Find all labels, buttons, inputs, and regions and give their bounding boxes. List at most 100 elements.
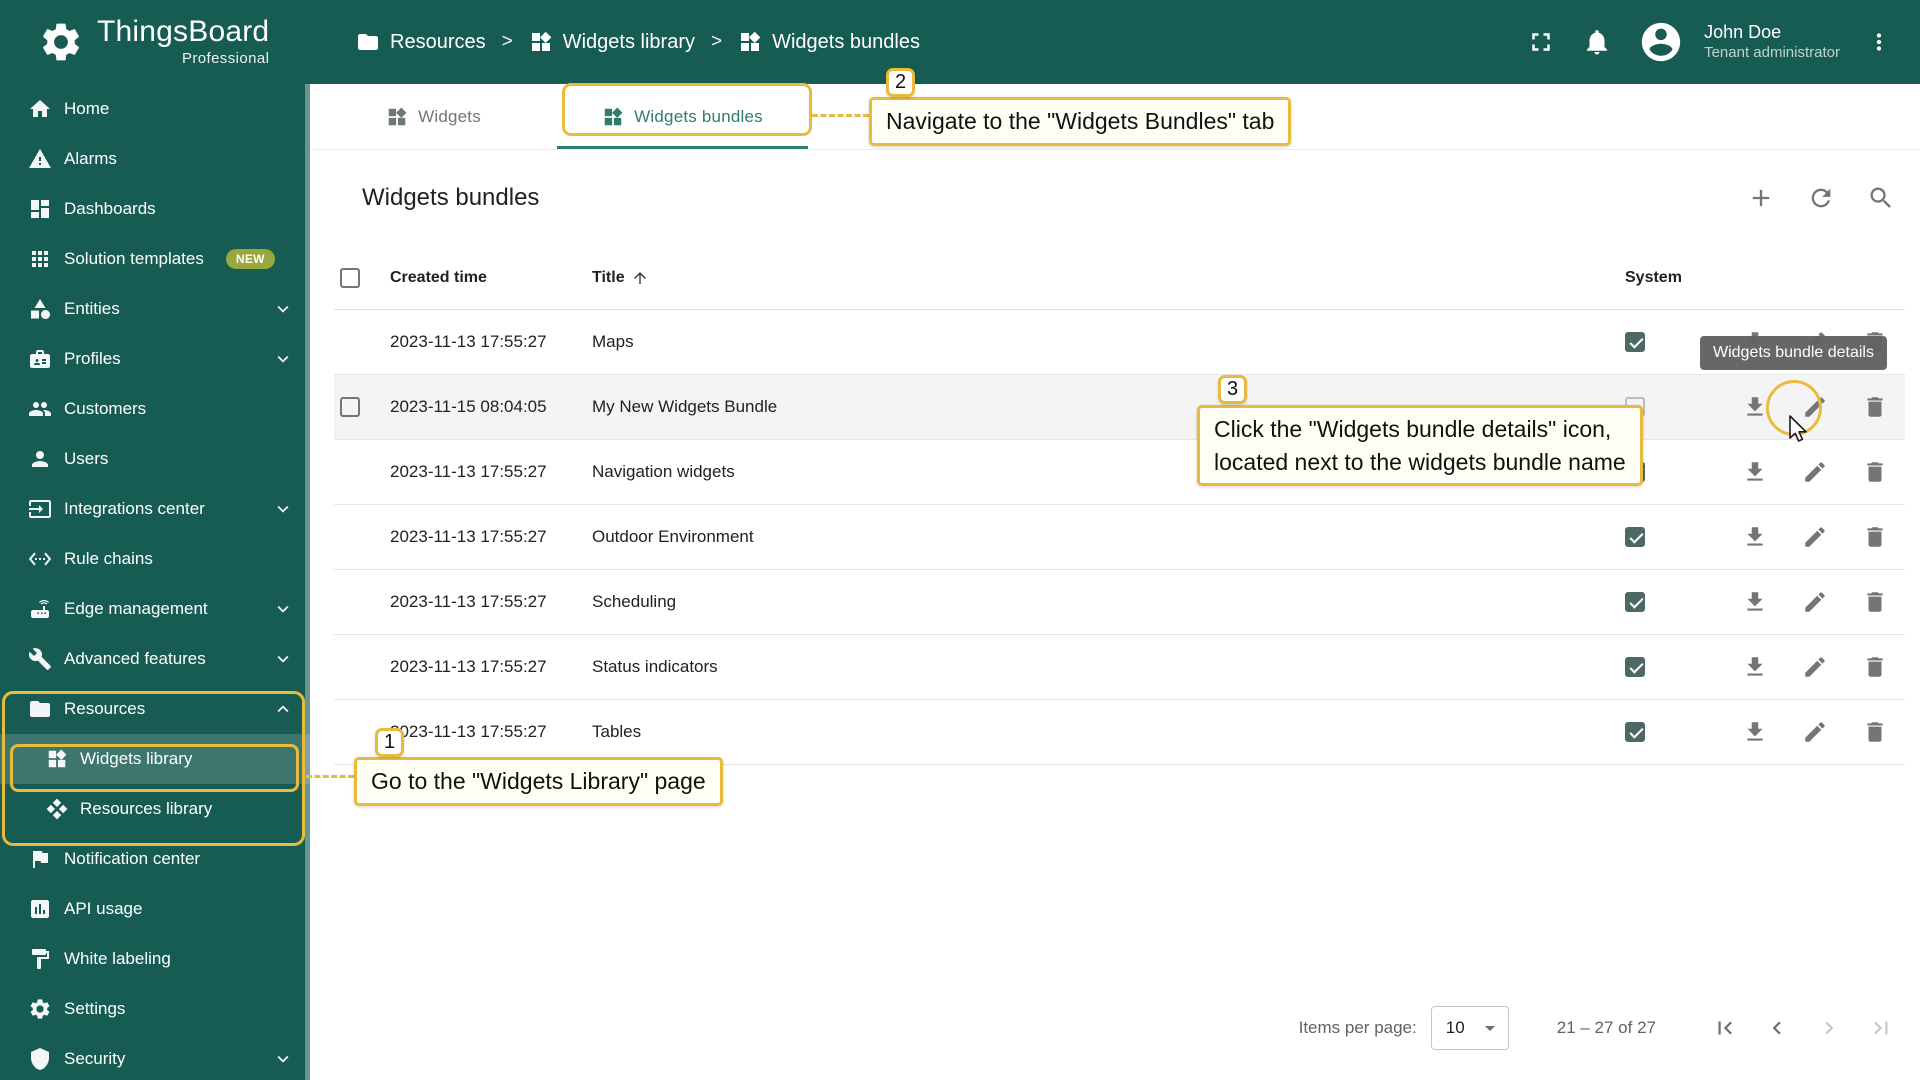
app-logo[interactable]: ThingsBoard Professional	[0, 0, 310, 84]
bell-icon	[1582, 27, 1612, 57]
bundle-details-button[interactable]	[1795, 582, 1835, 622]
refresh-button[interactable]	[1799, 176, 1843, 220]
avatar[interactable]	[1638, 19, 1684, 65]
sidebar-item-profiles[interactable]: Profiles	[0, 334, 310, 384]
column-header-created-time[interactable]: Created time	[378, 269, 580, 287]
add-bundle-button[interactable]	[1739, 176, 1783, 220]
delete-bundle-button[interactable]	[1855, 712, 1895, 752]
sidebar-item-edge-management[interactable]: Edge management	[0, 584, 310, 634]
user-name: John Doe	[1704, 22, 1782, 43]
sidebar-item-entities[interactable]: Entities	[0, 284, 310, 334]
bundle-details-button[interactable]	[1795, 712, 1835, 752]
annotation-step3-number: 3	[1218, 375, 1247, 404]
search-button[interactable]	[1859, 176, 1903, 220]
sidebar-item-customers[interactable]: Customers	[0, 384, 310, 434]
select-all-checkbox[interactable]	[340, 267, 360, 288]
widgets-icon	[386, 106, 408, 128]
sidebar-item-settings[interactable]: Settings	[0, 984, 310, 1034]
breadcrumb-separator: >	[710, 31, 723, 52]
download-icon	[1742, 394, 1768, 420]
sidebar-item-users[interactable]: Users	[0, 434, 310, 484]
user-menu-button[interactable]	[1866, 29, 1892, 55]
sidebar-item-integrations-center[interactable]: Integrations center	[0, 484, 310, 534]
wrench-icon	[28, 647, 52, 671]
row-checkbox[interactable]	[340, 397, 360, 417]
bundle-details-button[interactable]	[1795, 647, 1835, 687]
delete-bundle-button[interactable]	[1855, 387, 1895, 427]
gear-icon	[28, 997, 52, 1021]
sidebar-scrollbar[interactable]	[305, 84, 310, 1080]
sidebar-item-white-labeling[interactable]: White labeling	[0, 934, 310, 984]
delete-bundle-button[interactable]	[1855, 517, 1895, 557]
paginator: Items per page: 10 21 – 27 of 27	[1299, 1002, 1904, 1054]
widgets-icon	[602, 106, 624, 128]
sidebar: ThingsBoard Professional Home Alarms Das…	[0, 0, 310, 1080]
cell-created-time: 2023-11-13 17:55:27	[390, 592, 547, 611]
bundle-details-button[interactable]	[1795, 517, 1835, 557]
table-row[interactable]: 2023-11-13 17:55:27 Maps	[334, 310, 1905, 375]
export-bundle-button[interactable]	[1735, 647, 1775, 687]
system-checkbox	[1625, 722, 1645, 742]
sidebar-item-solution-templates[interactable]: Solution templates NEW	[0, 234, 310, 284]
system-checkbox	[1625, 592, 1645, 612]
table-row[interactable]: 2023-11-13 17:55:27 Tables	[334, 700, 1905, 765]
search-icon	[1867, 184, 1895, 212]
export-bundle-button[interactable]	[1735, 452, 1775, 492]
sidebar-item-rule-chains[interactable]: Rule chains	[0, 534, 310, 584]
fullscreen-button[interactable]	[1526, 27, 1556, 57]
edit-icon	[1802, 459, 1828, 485]
sidebar-item-resources[interactable]: Resources	[0, 684, 310, 734]
sidebar-item-security[interactable]: Security	[0, 1034, 310, 1080]
edit-icon	[1802, 719, 1828, 745]
delete-bundle-button[interactable]	[1855, 647, 1895, 687]
cell-title: Outdoor Environment	[592, 527, 754, 546]
items-per-page-select[interactable]: 10	[1430, 1006, 1509, 1050]
widgets-bundles-table: Widgets bundles Created time Title Syste…	[334, 150, 1905, 765]
annotation-step3-text: Click the "Widgets bundle details" icon,…	[1197, 405, 1643, 487]
user-info[interactable]: John Doe Tenant administrator	[1704, 21, 1840, 62]
sidebar-item-api-usage[interactable]: API usage	[0, 884, 310, 934]
breadcrumb-widgets-bundles[interactable]: Widgets bundles	[738, 30, 920, 54]
bundle-details-button[interactable]	[1795, 452, 1835, 492]
table-row[interactable]: 2023-11-13 17:55:27 Scheduling	[334, 570, 1905, 635]
table-row[interactable]: 2023-11-15 08:04:05 My New Widgets Bundl…	[334, 375, 1905, 440]
delete-bundle-button[interactable]	[1855, 452, 1895, 492]
table-row[interactable]: 2023-11-13 17:55:27 Outdoor Environment	[334, 505, 1905, 570]
delete-bundle-button[interactable]	[1855, 582, 1895, 622]
export-bundle-button[interactable]	[1735, 582, 1775, 622]
tab-widgets[interactable]: Widgets	[310, 84, 557, 149]
next-page-button	[1806, 1005, 1852, 1051]
sidebar-item-resources-library[interactable]: Resources library	[0, 784, 310, 834]
export-bundle-button[interactable]	[1735, 712, 1775, 752]
delete-icon	[1862, 459, 1888, 485]
export-bundle-button[interactable]	[1735, 517, 1775, 557]
first-page-button[interactable]	[1702, 1005, 1748, 1051]
system-checkbox	[1625, 527, 1645, 547]
sidebar-item-home[interactable]: Home	[0, 84, 310, 134]
dropdown-arrow-icon	[1478, 1016, 1502, 1040]
column-header-system: System	[1625, 268, 1682, 286]
breadcrumb-resources[interactable]: Resources	[356, 30, 486, 54]
notifications-button[interactable]	[1582, 27, 1612, 57]
sidebar-item-dashboards[interactable]: Dashboards	[0, 184, 310, 234]
cell-title: Maps	[592, 332, 634, 351]
table-header-row: Created time Title System	[334, 246, 1905, 310]
page-range-label: 21 – 27 of 27	[1556, 1018, 1656, 1037]
add-icon	[1747, 184, 1775, 212]
sidebar-item-widgets-library[interactable]: Widgets library	[0, 734, 310, 784]
sidebar-item-notification-center[interactable]: Notification center	[0, 834, 310, 884]
breadcrumb-widgets-library[interactable]: Widgets library	[529, 30, 695, 54]
tab-widgets-bundles[interactable]: Widgets bundles	[557, 84, 808, 149]
widgets-bundle-details-tooltip: Widgets bundle details	[1700, 336, 1887, 370]
sidebar-item-advanced-features[interactable]: Advanced features	[0, 634, 310, 684]
system-checkbox	[1625, 332, 1645, 352]
table-row[interactable]: 2023-11-13 17:55:27 Navigation widgets	[334, 440, 1905, 505]
table-row[interactable]: 2023-11-13 17:55:27 Status indicators	[334, 635, 1905, 700]
edit-icon	[1802, 654, 1828, 680]
chevron-down-icon	[272, 348, 294, 370]
system-checkbox	[1625, 657, 1645, 677]
previous-page-button[interactable]	[1754, 1005, 1800, 1051]
column-header-title[interactable]: Title	[580, 269, 1613, 287]
delete-icon	[1862, 654, 1888, 680]
sidebar-item-alarms[interactable]: Alarms	[0, 134, 310, 184]
